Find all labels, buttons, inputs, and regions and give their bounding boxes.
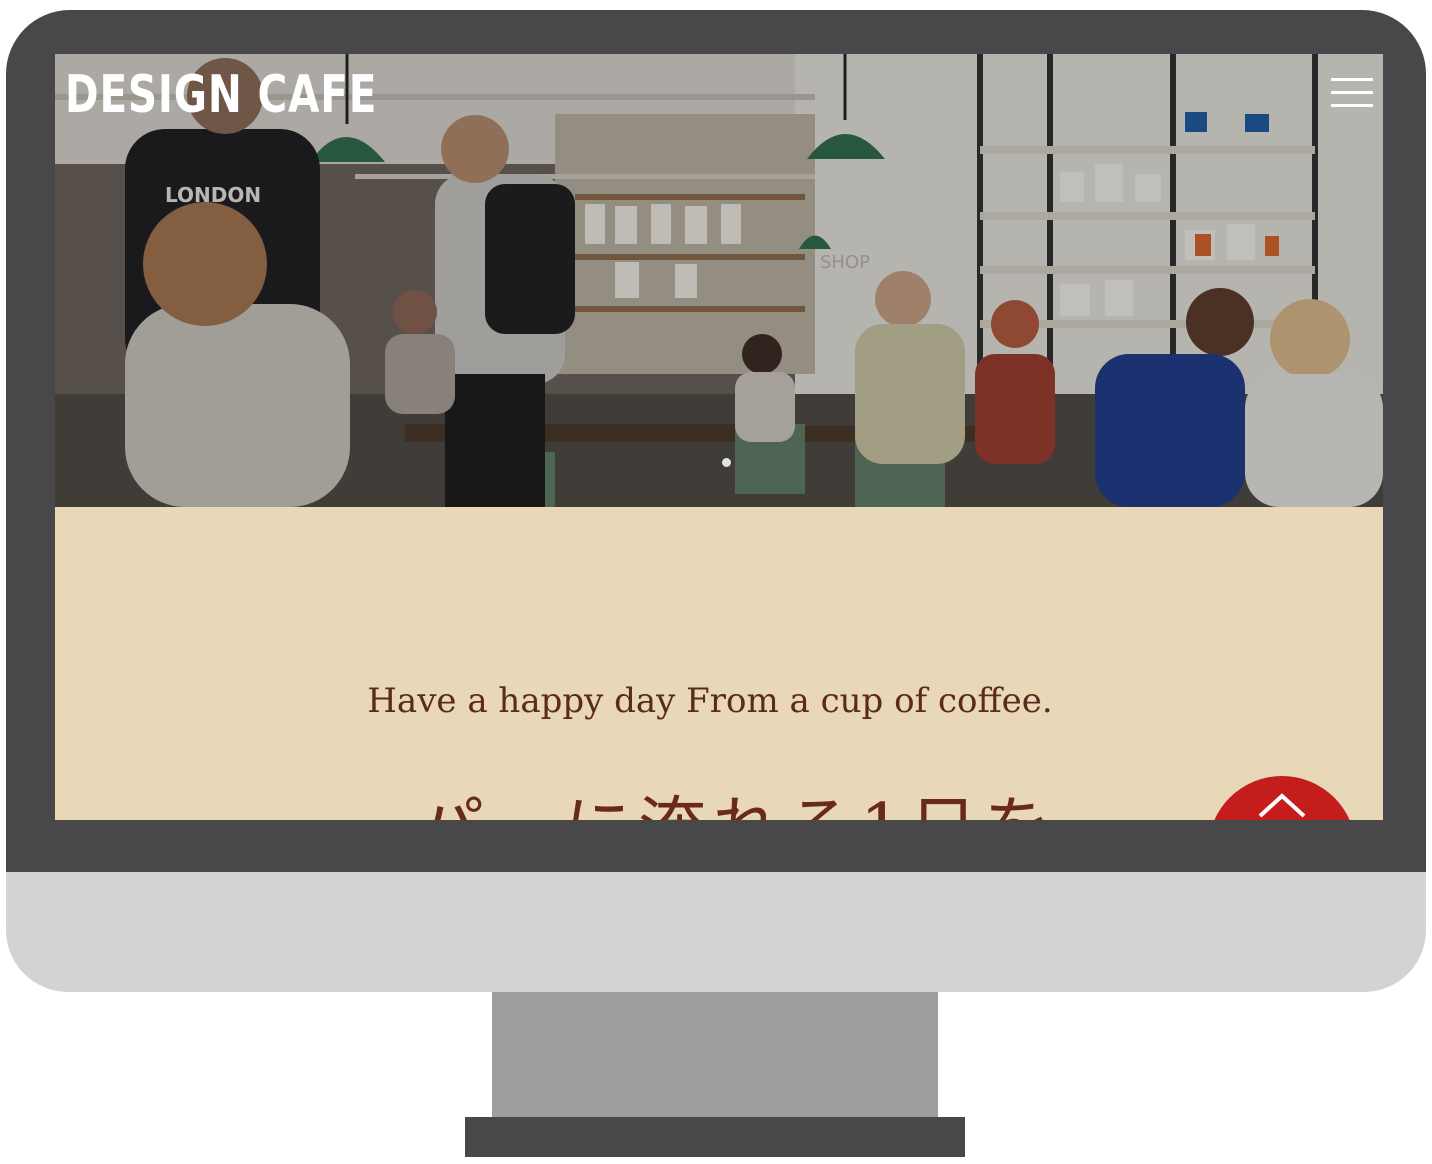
monitor-stand-neck [492, 992, 938, 1120]
slider-indicator-dot[interactable] [722, 458, 731, 467]
hero-photo: SHOP LONDON DESIGN CAFE [55, 54, 1383, 507]
site-logo[interactable]: DESIGN CAFE [65, 64, 377, 126]
hamburger-menu-icon[interactable] [1331, 76, 1375, 110]
chevron-up-icon [1258, 793, 1306, 818]
intro-section: Have a happy day From a cup of coffee. ー… [55, 507, 1383, 820]
website-screen: SHOP LONDON DESIGN CAFE Have a happy day… [55, 54, 1383, 820]
tagline: Have a happy day From a cup of coffee. [367, 681, 1053, 721]
monitor-stand-foot [465, 1117, 965, 1157]
headline-japanese: ーパーに淹れる1日を [55, 790, 1345, 820]
monitor-mockup: SHOP LONDON DESIGN CAFE Have a happy day… [0, 0, 1432, 1164]
